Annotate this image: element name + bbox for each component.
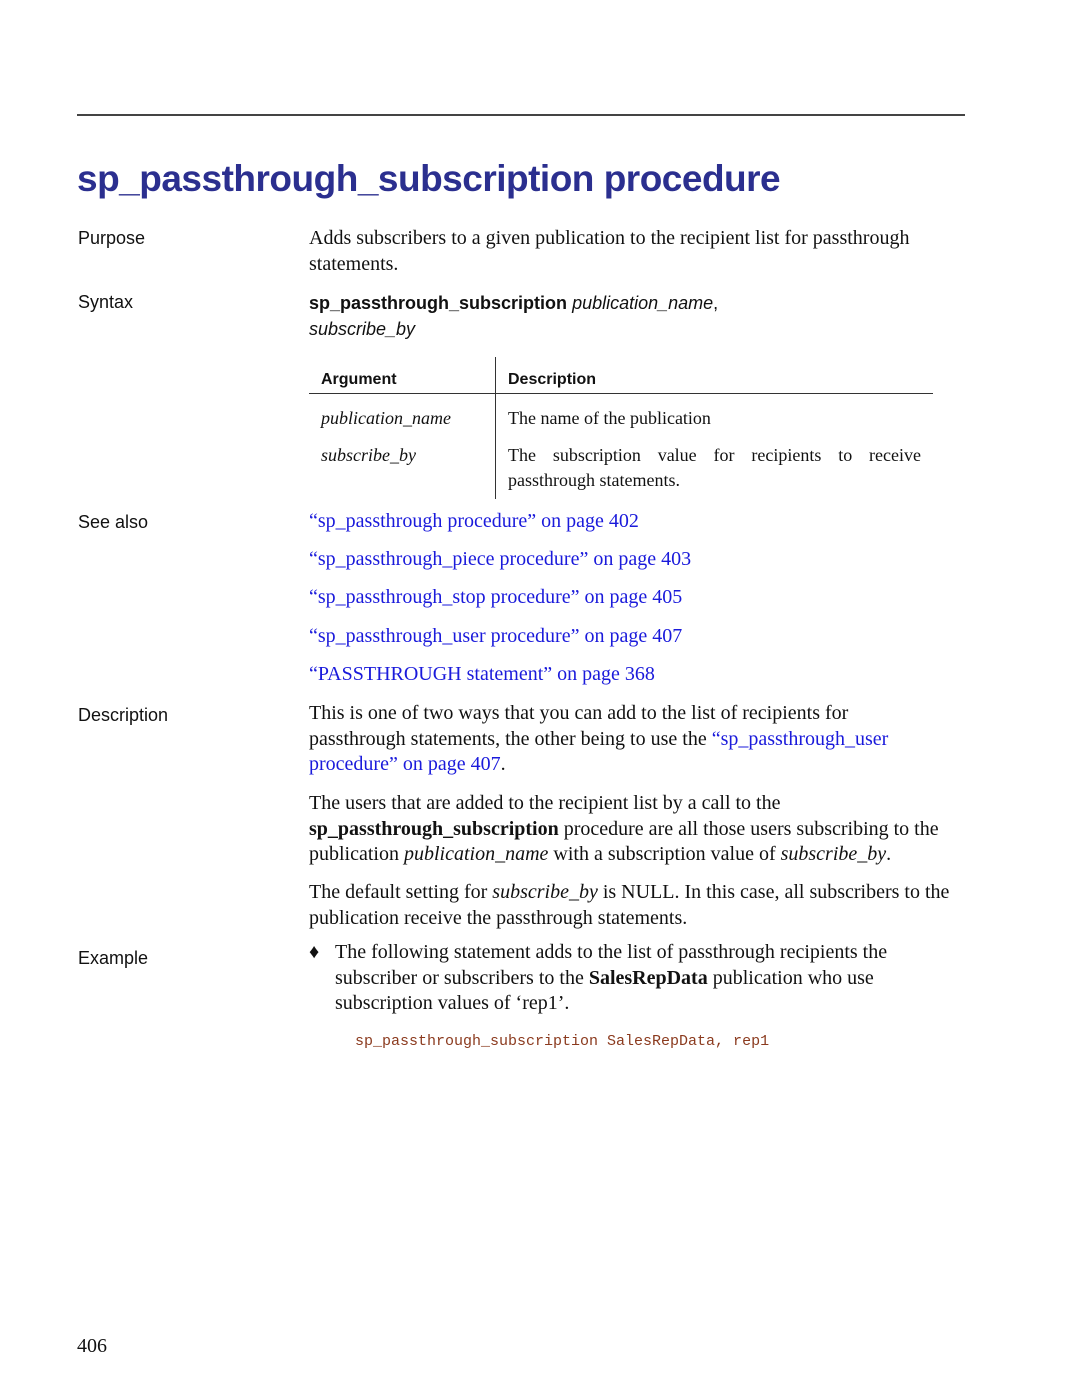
example-text: The following statement adds to the list…	[335, 941, 888, 1014]
see-also-link[interactable]: “sp_passthrough procedure” on page 402	[309, 509, 969, 535]
see-also-link[interactable]: “sp_passthrough_user procedure” on page …	[309, 624, 969, 650]
page-title: sp_passthrough_subscription procedure	[77, 158, 781, 199]
bullet-icon: ♦	[309, 941, 320, 963]
syntax: sp_passthrough_subscription publication_…	[309, 291, 769, 342]
label-syntax: Syntax	[78, 292, 134, 312]
description-p2: The users that are added to the recipien…	[309, 792, 939, 865]
example-code: sp_passthrough_subscription SalesRepData…	[355, 1033, 770, 1050]
description-p1: This is one of two ways that you can add…	[309, 702, 889, 775]
arg-name: publication_name	[321, 408, 451, 428]
arg-desc: The subscription value for recipients to…	[508, 445, 921, 490]
header-rule	[77, 114, 965, 116]
label-description: Description	[78, 705, 169, 725]
page-number: 406	[77, 1335, 107, 1357]
syntax-arg2: subscribe_by	[309, 318, 416, 339]
purpose-text: Adds subscribers to a given publication …	[309, 227, 910, 275]
see-also-link[interactable]: “sp_passthrough_piece procedure” on page…	[309, 547, 969, 573]
description-p3: The default setting for subscribe_by is …	[309, 881, 950, 929]
table-row: publication_name The name of the publicat…	[309, 393, 933, 437]
syntax-sep: ,	[713, 293, 719, 313]
label-example: Example	[78, 948, 149, 968]
arg-desc: The name of the publication	[508, 408, 711, 428]
arg-name: subscribe_by	[321, 445, 416, 465]
header-description: Description	[495, 357, 933, 394]
see-also-link[interactable]: “sp_passthrough_stop procedure” on page …	[309, 585, 969, 611]
syntax-name: sp_passthrough_subscription	[309, 293, 568, 313]
header-argument: Argument	[309, 357, 496, 394]
see-also-link[interactable]: “PASSTHROUGH statement” on page 368	[309, 662, 969, 688]
syntax-arg1: publication_name	[572, 293, 714, 313]
label-purpose: Purpose	[78, 228, 146, 248]
label-see-also: See also	[78, 512, 149, 532]
arguments-table: Argument Description publication_name The …	[309, 357, 933, 499]
table-row: subscribe_by The subscription value for r…	[309, 437, 933, 499]
